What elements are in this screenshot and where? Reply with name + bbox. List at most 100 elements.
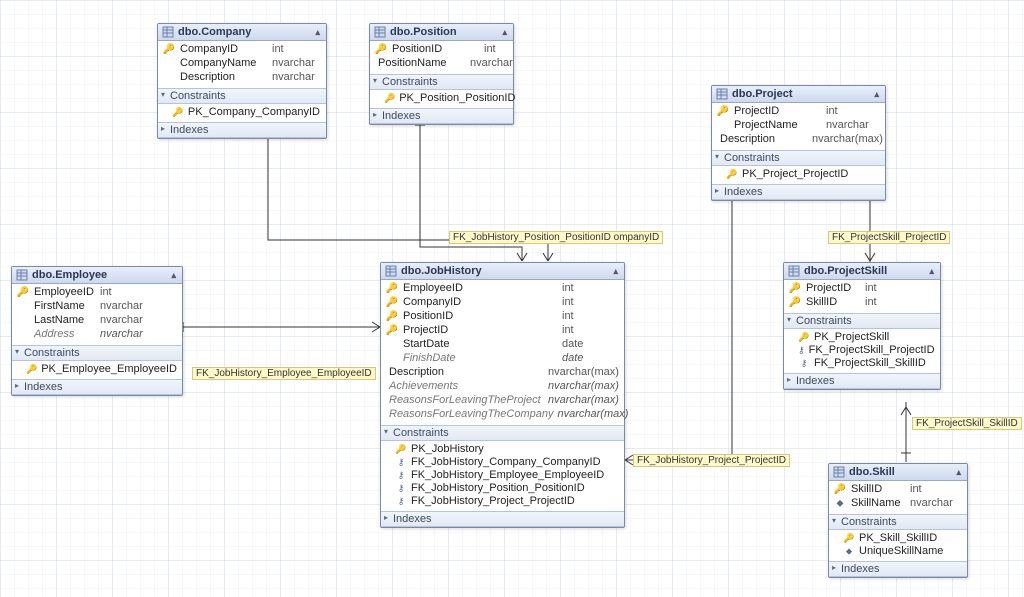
table-title: dbo.Project (732, 88, 793, 100)
column-type: int (910, 483, 922, 496)
fk-label-jobhistory-position: FK_JobHistory_Position_PositionID ompany… (449, 231, 663, 244)
table-projectskill[interactable]: dbo.ProjectSkill ▴ 🔑 ProjectID int 🔑 SkillI… (783, 262, 941, 390)
constraints-section[interactable]: Constraints (158, 88, 326, 104)
table-position[interactable]: dbo.Position ▴ 🔑 PositionID int PositionNa… (369, 23, 514, 125)
column-type: nvarchar(max) (548, 380, 619, 393)
column-name: Description (720, 133, 808, 146)
column-type: int (562, 324, 574, 337)
table-header[interactable]: dbo.ProjectSkill ▴ (784, 263, 940, 280)
primary-key-icon: 🔑 (172, 106, 184, 119)
table-title: dbo.JobHistory (401, 265, 482, 277)
constraint-name: FK_ProjectSkill_ProjectID (809, 344, 935, 357)
column-name: ProjectName (734, 119, 822, 132)
constraint-name: PK_JobHistory (411, 443, 484, 456)
table-header[interactable]: dbo.JobHistory ▴ (381, 263, 624, 280)
column-type: nvarchar(max) (812, 133, 883, 146)
primary-key-icon: 🔑 (833, 483, 847, 496)
primary-key-icon: 🔑 (788, 296, 802, 309)
primary-key-icon: 🔑 (26, 363, 37, 376)
column-name: Description (180, 71, 268, 84)
indexes-section[interactable]: Indexes (381, 511, 624, 527)
column-name: SkillID (806, 296, 861, 309)
column-type: nvarchar (100, 300, 143, 313)
column-type: nvarchar (910, 497, 953, 510)
indexes-section[interactable]: Indexes (12, 379, 182, 395)
table-icon (16, 269, 28, 281)
table-header[interactable]: dbo.Employee ▴ (12, 267, 182, 284)
table-header[interactable]: dbo.Position ▴ (370, 24, 513, 41)
table-title: dbo.Position (390, 26, 457, 38)
column-type: int (484, 43, 496, 56)
table-header[interactable]: dbo.Skill ▴ (829, 464, 967, 481)
column-type: date (562, 352, 583, 365)
table-icon (385, 265, 397, 277)
table-jobhistory[interactable]: dbo.JobHistory ▴ 🔑EmployeeIDint 🔑Company… (380, 262, 625, 528)
constraints-section[interactable]: Constraints (381, 425, 624, 441)
column-type: date (562, 338, 583, 351)
constraint-name: FK_JobHistory_Company_CompanyID (411, 456, 601, 469)
indexes-section[interactable]: Indexes (370, 108, 513, 124)
column-name: PositionID (392, 43, 480, 56)
primary-key-icon: 🔑 (384, 92, 395, 105)
table-icon (716, 88, 728, 100)
constraint-name: PK_Position_PositionID (399, 92, 515, 105)
constraints-section[interactable]: Constraints (829, 514, 967, 530)
primary-key-icon: 🔑 (788, 282, 802, 295)
primary-key-icon: 🔑 (385, 296, 399, 309)
table-skill[interactable]: dbo.Skill ▴ 🔑SkillIDint ⬥SkillNamenvarch… (828, 463, 968, 578)
table-title: dbo.Employee (32, 269, 107, 281)
column-type: int (865, 296, 877, 309)
indexes-section[interactable]: Indexes (784, 373, 940, 389)
column-name: ProjectID (403, 324, 558, 337)
table-project[interactable]: dbo.Project ▴ 🔑ProjectIDint ProjectNamen… (711, 85, 886, 201)
constraint-name: PK_Project_ProjectID (742, 168, 848, 181)
column-type: int (272, 43, 284, 56)
collapse-icon[interactable]: ▴ (315, 27, 320, 38)
column-name: CompanyID (180, 43, 268, 56)
table-header[interactable]: dbo.Company ▴ (158, 24, 326, 41)
column-name: PositionID (403, 310, 558, 323)
column-name: SkillID (851, 483, 906, 496)
collapse-icon[interactable]: ▴ (613, 266, 618, 277)
constraint-name: PK_Company_CompanyID (188, 106, 320, 119)
primary-key-icon: 🔑 (385, 324, 399, 337)
column-name: PositionName (378, 57, 466, 70)
table-title: dbo.Company (178, 26, 251, 38)
indexes-section[interactable]: Indexes (712, 184, 885, 200)
primary-key-icon: 🔑 (374, 43, 388, 56)
constraint-name: PK_Employee_EmployeeID (41, 363, 177, 376)
foreign-key-icon: ⚷ (798, 357, 810, 370)
constraint-name: PK_Skill_SkillID (859, 532, 937, 545)
constraints-section[interactable]: Constraints (370, 74, 513, 90)
constraint-name: FK_JobHistory_Employee_EmployeeID (411, 469, 604, 482)
column-type: int (562, 296, 574, 309)
foreign-key-icon: ⚷ (395, 456, 407, 469)
collapse-icon[interactable]: ▴ (171, 270, 176, 281)
column-type: nvarchar (470, 57, 513, 70)
column-type: int (562, 282, 574, 295)
column-name: ProjectID (806, 282, 861, 295)
table-employee[interactable]: dbo.Employee ▴ 🔑EmployeeIDint FirstNamen… (11, 266, 183, 396)
indexes-section[interactable]: Indexes (158, 122, 326, 138)
collapse-icon[interactable]: ▴ (929, 266, 934, 277)
constraint-name: PK_ProjectSkill (814, 331, 889, 344)
foreign-key-icon: ⚷ (395, 495, 407, 508)
primary-key-icon: 🔑 (843, 532, 855, 545)
constraint-name: FK_JobHistory_Position_PositionID (411, 482, 585, 495)
primary-key-icon: 🔑 (798, 331, 810, 344)
table-header[interactable]: dbo.Project ▴ (712, 86, 885, 103)
constraints-section[interactable]: Constraints (12, 345, 182, 361)
columns: 🔑CompanyIDint CompanyNamenvarchar Descri… (158, 41, 326, 88)
column-name: StartDate (403, 338, 558, 351)
column-type: nvarchar (272, 71, 315, 84)
column-type: nvarchar(max) (557, 408, 628, 421)
collapse-icon[interactable]: ▴ (502, 27, 507, 38)
fk-label-jobhistory-project: FK_JobHistory_Project_ProjectID (633, 454, 790, 467)
table-company[interactable]: dbo.Company ▴ 🔑CompanyIDint CompanyNamen… (157, 23, 327, 139)
indexes-section[interactable]: Indexes (829, 561, 967, 577)
collapse-icon[interactable]: ▴ (874, 89, 879, 100)
collapse-icon[interactable]: ▴ (956, 467, 961, 478)
constraints-section[interactable]: Constraints (784, 313, 940, 329)
constraints-section[interactable]: Constraints (712, 150, 885, 166)
column-type: nvarchar (826, 119, 869, 132)
